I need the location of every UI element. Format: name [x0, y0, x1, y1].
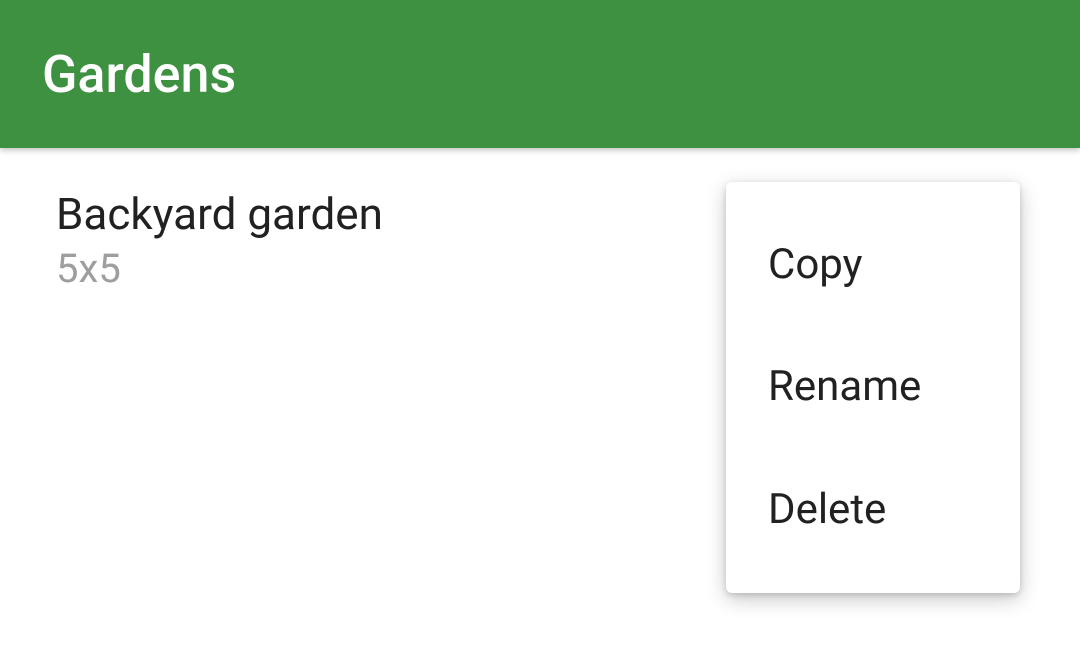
menu-item-delete[interactable]: Delete — [726, 449, 1020, 571]
app-header: Gardens — [0, 0, 1080, 148]
page-title: Gardens — [42, 44, 236, 105]
menu-item-copy[interactable]: Copy — [726, 204, 1020, 326]
menu-item-rename[interactable]: Rename — [726, 326, 1020, 448]
context-menu: Copy Rename Delete — [726, 182, 1020, 593]
